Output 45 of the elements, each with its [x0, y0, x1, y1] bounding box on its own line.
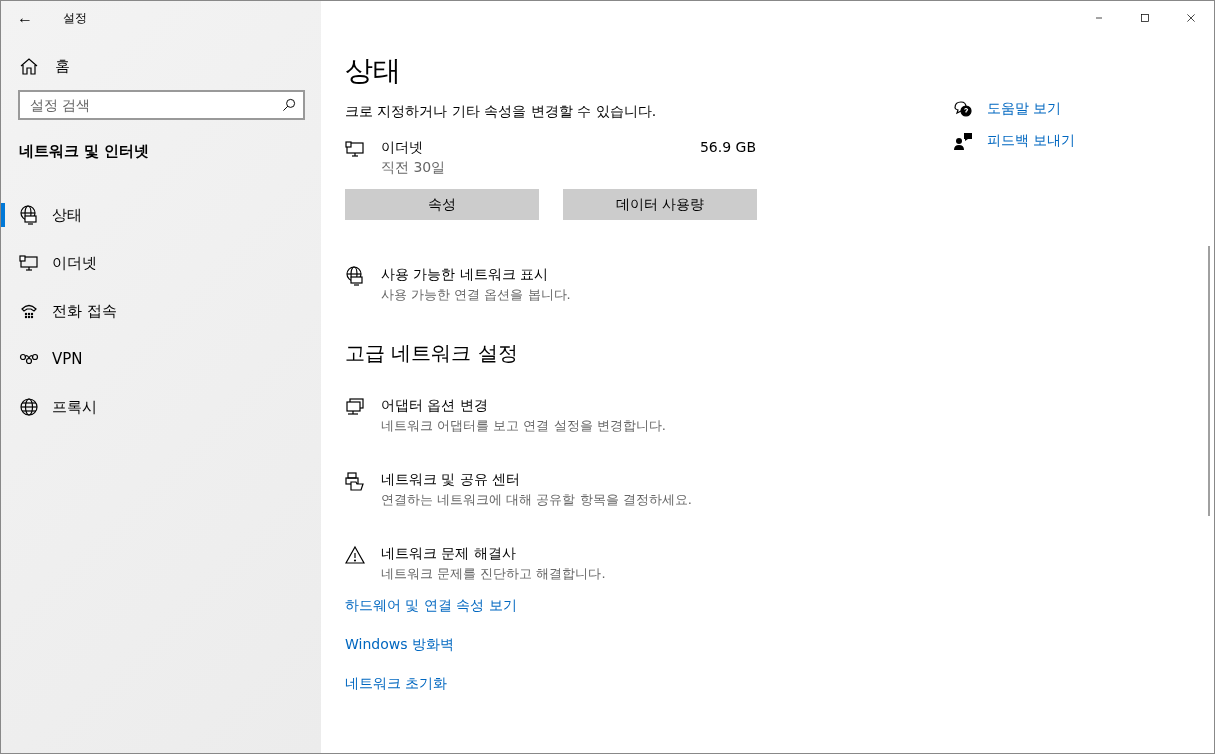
option-title[interactable]: 사용 가능한 네트워크 표시: [381, 266, 571, 284]
section-heading: 고급 네트워크 설정: [345, 340, 519, 367]
data-usage-amount: 56.9 GB: [699, 139, 756, 157]
option-title[interactable]: 네트워크 문제 해결사: [381, 545, 606, 563]
help-link[interactable]: 피드백 보내기: [953, 131, 1076, 151]
monitors-icon: [345, 397, 365, 417]
settings-link[interactable]: 하드웨어 및 연결 속성 보기: [345, 597, 517, 615]
scrollbar[interactable]: [1208, 246, 1210, 516]
warning-icon: [345, 545, 365, 565]
intro-text: 크로 지정하거나 기타 속성을 변경할 수 있습니다.: [345, 103, 658, 121]
option-description: 연결하는 네트워크에 대해 공유할 항목을 결정하세요.: [381, 491, 692, 509]
option-description: 사용 가능한 연결 옵션을 봅니다.: [381, 286, 571, 304]
search-icon: [281, 97, 297, 113]
page-title: 상태: [345, 53, 402, 89]
connection-name: 이더넷: [381, 139, 424, 157]
sidebar-item[interactable]: VPN: [1, 347, 321, 371]
printer-folder-icon: [345, 471, 365, 491]
action-button[interactable]: 속성: [345, 189, 539, 220]
person-speech-icon: [953, 131, 973, 151]
sidebar-item[interactable]: 전화 접속: [1, 299, 321, 323]
back-button[interactable]: ←: [1, 9, 49, 27]
globe-monitor-icon: [19, 205, 39, 225]
sidebar-item[interactable]: 이더넷: [1, 251, 321, 275]
globe-monitor-icon: [345, 266, 365, 286]
home-icon: [19, 56, 39, 76]
window-title: 설정: [63, 9, 87, 27]
settings-link[interactable]: Windows 방화벽: [345, 636, 454, 654]
maximize-icon: [1139, 12, 1151, 24]
option-title[interactable]: 네트워크 및 공유 센터: [381, 471, 692, 489]
option-description: 네트워크 어댑터를 보고 연결 설정을 변경합니다.: [381, 417, 666, 435]
monitor-icon: [345, 139, 365, 159]
help-link[interactable]: 도움말 보기: [953, 99, 1062, 119]
option-title[interactable]: 어댑터 옵션 변경: [381, 397, 666, 415]
section-heading: 네트워크 및 인터넷: [19, 142, 151, 161]
monitor-icon: [19, 253, 39, 273]
search-field[interactable]: 설정 검색: [18, 90, 305, 120]
globe-icon: [19, 397, 39, 417]
close-icon: [1185, 12, 1197, 24]
help-bubble-icon: [953, 99, 973, 119]
home-nav-item[interactable]: 홈: [19, 56, 70, 76]
action-button[interactable]: 데이터 사용량: [563, 189, 757, 220]
connection-period: 직전 30일: [381, 159, 446, 177]
option-description: 네트워크 문제를 진단하고 해결합니다.: [381, 565, 606, 583]
sidebar-item[interactable]: 프록시: [1, 395, 321, 419]
settings-link[interactable]: 네트워크 초기화: [345, 675, 448, 693]
